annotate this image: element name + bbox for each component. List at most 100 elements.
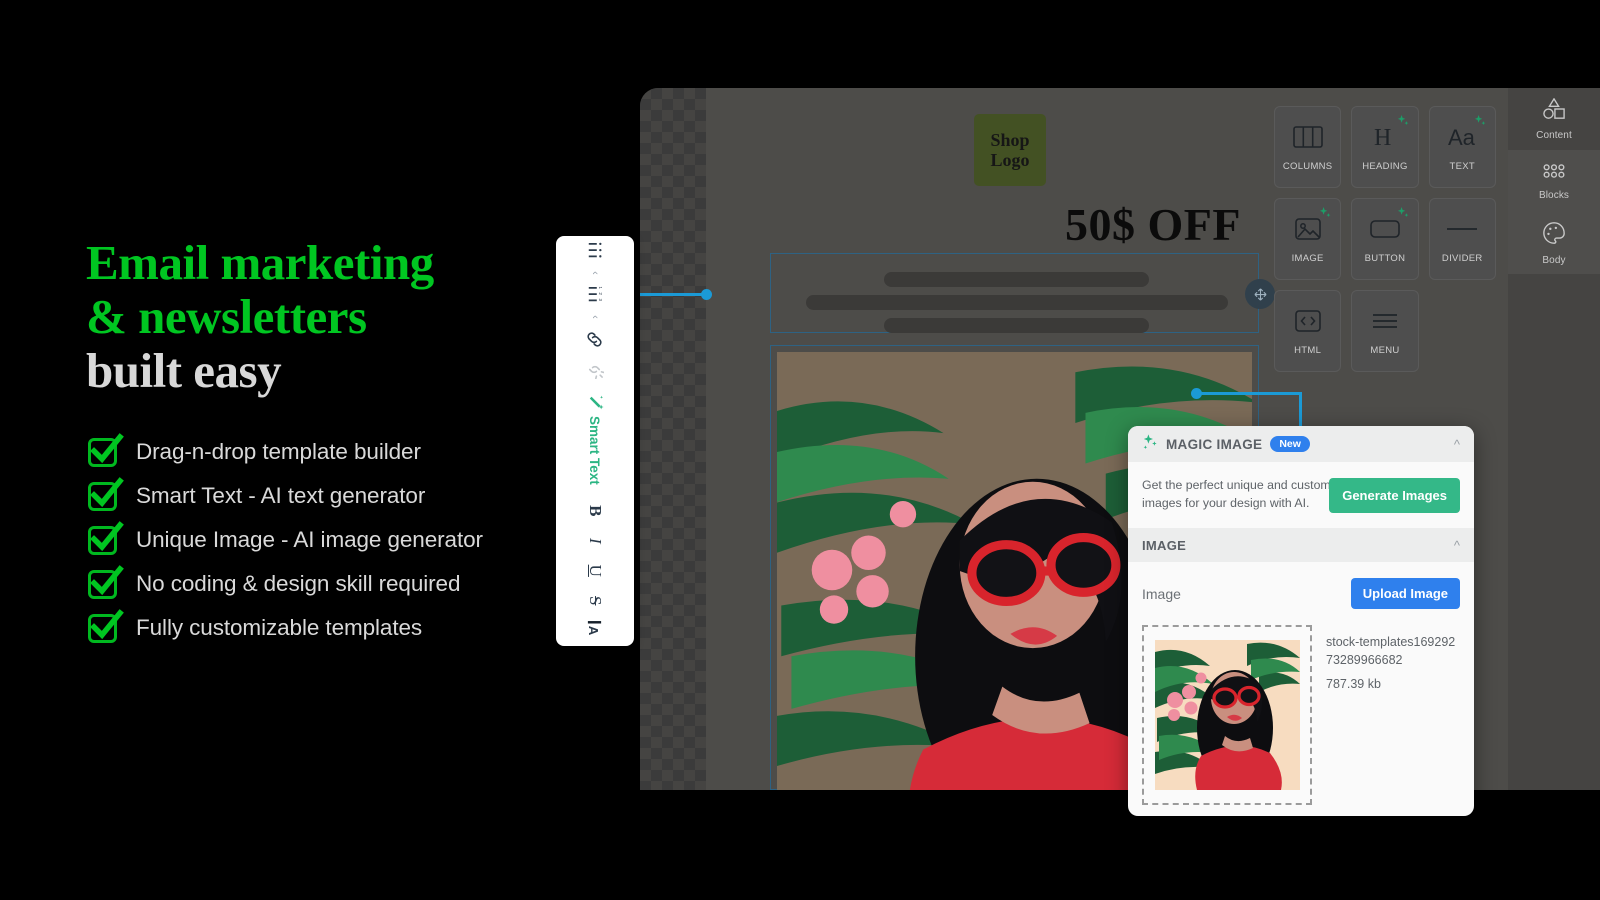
menu-icon	[1371, 306, 1399, 336]
file-size: 787.39 kb	[1326, 677, 1381, 691]
bullet-list-icon[interactable]	[556, 236, 634, 266]
svg-text:A: A	[587, 626, 602, 636]
image-section-title: IMAGE	[1142, 537, 1187, 553]
feature-label: Drag-n-drop template builder	[136, 439, 421, 464]
block-tile-label: COLUMNS	[1282, 161, 1333, 172]
hero-line-1: Email marketing	[86, 235, 434, 290]
divider-icon	[1446, 214, 1478, 244]
svg-text:2: 2	[598, 292, 603, 295]
image-dropzone[interactable]	[1142, 625, 1312, 805]
right-sidebar[interactable]: Content Blocks Body	[1508, 88, 1600, 790]
feature-list: Drag-n-drop template builder Smart Text …	[86, 430, 556, 650]
sparkles-icon	[1473, 115, 1486, 133]
text-skeleton-line	[884, 318, 1149, 333]
list-item: Drag-n-drop template builder	[86, 430, 556, 474]
magic-image-description: Get the perfect unique and custom images…	[1142, 478, 1331, 510]
image-section-header[interactable]: IMAGE ^	[1128, 528, 1474, 562]
chevron-up-icon[interactable]: ^	[1454, 437, 1460, 452]
image-icon	[1294, 214, 1321, 244]
image-field-label: Image	[1142, 585, 1181, 602]
strikethrough-icon[interactable]: S	[556, 586, 634, 616]
svg-text:H: H	[1374, 125, 1391, 150]
image-thumbnail[interactable]	[1154, 640, 1300, 790]
panel-title: MAGIC IMAGE	[1166, 436, 1263, 452]
text-format-toolbar[interactable]: ‹ 123 ‹ Smart Text B I U S A	[556, 236, 634, 646]
hero-line-2: & newsletters	[86, 289, 367, 344]
generate-images-button[interactable]: Generate Images	[1329, 478, 1460, 513]
bold-icon[interactable]: B	[556, 496, 634, 526]
block-tile-image[interactable]: IMAGE	[1274, 198, 1342, 280]
app-screenshot: Email marketing & newsletters built easy…	[0, 0, 1600, 900]
checkbox-checked-icon	[86, 565, 124, 601]
block-tile-button[interactable]: BUTTON	[1351, 198, 1419, 280]
feature-label: Unique Image - AI image generator	[136, 527, 483, 552]
sidebar-item-label: Blocks	[1538, 189, 1570, 201]
block-tile-label: DIVIDER	[1441, 253, 1483, 264]
list-item: Smart Text - AI text generator	[86, 474, 556, 518]
text-align-icon[interactable]: A	[556, 616, 634, 646]
block-tile-columns[interactable]: COLUMNS	[1274, 106, 1342, 188]
block-tile-label: BUTTON	[1364, 253, 1406, 264]
unlink-icon[interactable]	[556, 354, 634, 384]
upload-image-button[interactable]: Upload Image	[1350, 578, 1460, 609]
svg-text:Aa: Aa	[1448, 125, 1476, 150]
sidebar-item-label: Body	[1542, 254, 1566, 266]
magic-image-panel-header[interactable]: MAGIC IMAGE New ^	[1128, 426, 1474, 462]
bullet-list-chevron-icon[interactable]: ‹	[556, 266, 634, 280]
shop-logo-line-1: Shop	[990, 130, 1030, 150]
sparkles-icon	[1318, 207, 1331, 225]
text-skeleton-line	[884, 272, 1149, 287]
sparkles-icon	[1142, 433, 1158, 455]
text-block-connector-line	[640, 293, 706, 296]
block-tile-label: HEADING	[1362, 161, 1408, 172]
block-tile-heading[interactable]: H HEADING	[1351, 106, 1419, 188]
sparkles-icon	[1396, 207, 1409, 225]
feature-label: Smart Text - AI text generator	[136, 483, 426, 508]
italic-icon[interactable]: I	[556, 526, 634, 556]
html-icon	[1294, 306, 1321, 336]
magic-image-panel[interactable]: MAGIC IMAGE New ^ Get the perfect unique…	[1128, 426, 1474, 816]
text-block-connector-dot	[701, 289, 712, 300]
block-tile-text[interactable]: Aa TEXT	[1428, 106, 1496, 188]
content-blocks-grid[interactable]: COLUMNS H HEADING Aa TEXT IMAGE BUTTON D…	[1274, 106, 1496, 382]
block-tile-divider[interactable]: DIVIDER	[1428, 198, 1496, 280]
checkbox-checked-icon	[86, 609, 124, 645]
hero-line-3: built easy	[86, 343, 282, 398]
ordered-list-chevron-icon[interactable]: ‹	[556, 310, 634, 324]
block-tile-html[interactable]: HTML	[1274, 290, 1342, 372]
link-icon[interactable]	[556, 324, 634, 354]
selected-text-block[interactable]	[770, 253, 1259, 333]
sidebar-item-content[interactable]: Content	[1508, 88, 1600, 150]
shop-logo[interactable]: Shop Logo	[974, 114, 1046, 186]
magic-image-body: Get the perfect unique and custom images…	[1128, 462, 1474, 528]
block-tile-label: MENU	[1370, 345, 1400, 356]
status-badge: New	[1270, 436, 1310, 452]
sidebar-item-label: Content	[1536, 129, 1572, 141]
ordered-list-icon[interactable]: 1 2 3	[556, 280, 634, 310]
shop-logo-line-2: Logo	[990, 150, 1030, 170]
block-tile-label: HTML	[1294, 345, 1322, 356]
file-metadata: stock-templates16929273289966682 787.39 …	[1326, 625, 1460, 805]
checkbox-checked-icon	[86, 433, 124, 469]
hero-heading: Email marketing & newsletters built easy	[86, 236, 556, 398]
smart-text-button[interactable]: Smart Text	[556, 384, 634, 496]
underline-icon[interactable]: U	[556, 556, 634, 586]
list-item: Fully customizable templates	[86, 606, 556, 650]
svg-text:3: 3	[598, 299, 603, 302]
image-block-connector-line	[1196, 392, 1302, 395]
move-arrows-icon	[1253, 287, 1267, 301]
list-item: Unique Image - AI image generator	[86, 518, 556, 562]
sidebar-item-body[interactable]: Body	[1508, 212, 1600, 274]
smart-text-label: Smart Text	[587, 416, 603, 485]
chevron-up-icon[interactable]: ^	[1454, 538, 1460, 553]
image-drop-area[interactable]: stock-templates16929273289966682 787.39 …	[1142, 625, 1460, 805]
block-drag-handle[interactable]	[1245, 279, 1275, 309]
block-tile-menu[interactable]: MENU	[1351, 290, 1419, 372]
image-block-connector-dot	[1191, 388, 1202, 399]
file-name: stock-templates16929273289966682	[1326, 635, 1456, 667]
image-upload-row: Image Upload Image	[1128, 562, 1474, 609]
checkbox-checked-icon	[86, 521, 124, 557]
shapes-icon	[1542, 97, 1566, 125]
palette-icon	[1542, 221, 1566, 250]
sidebar-item-blocks[interactable]: Blocks	[1508, 150, 1600, 212]
